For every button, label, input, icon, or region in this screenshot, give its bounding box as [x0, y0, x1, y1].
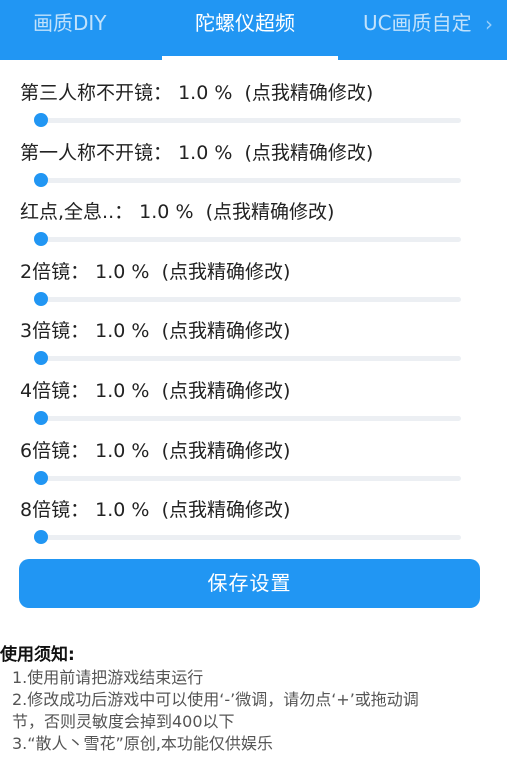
notes-line: 3.“散人丶雪花”原创,本功能仅供娱乐 — [12, 734, 273, 753]
tab-bar: 画质DIY 陀螺仪超频 UC画质自定 › — [0, 0, 507, 60]
precise-edit-hint: (点我精确修改) — [161, 260, 291, 283]
notes-title: 使用须知: — [0, 645, 75, 665]
setting-name: 第一人称不开镜： — [20, 141, 173, 164]
setting-row: 2倍镜： 1.0 % (点我精确修改) — [0, 239, 507, 306]
setting-unit: % — [214, 82, 233, 104]
setting-row: 3倍镜： 1.0 % (点我精确修改) — [0, 298, 507, 366]
setting-unit: % — [131, 320, 150, 343]
tab-quality-diy[interactable]: 画质DIY — [33, 0, 107, 60]
setting-row: 第一人称不开镜： 1.0 % (点我精确修改) — [0, 120, 507, 187]
setting-value: 1.0 — [95, 320, 126, 343]
setting-row: 8倍镜： 1.0 % (点我精确修改) — [0, 477, 507, 545]
setting-name: 第三人称不开镜： — [20, 82, 173, 104]
setting-value: 1.0 — [95, 380, 126, 402]
notes-line: 1.使用前请把游戏结束运行 — [12, 668, 204, 687]
usage-notes: 使用须知: 1.使用前请把游戏结束运行 2.修改成功后游戏中可以使用‘-’微调，… — [0, 643, 507, 755]
setting-unit: % — [214, 141, 233, 164]
setting-value: 1.0 — [95, 260, 126, 283]
setting-label[interactable]: 第三人称不开镜： 1.0 % (点我精确修改) — [20, 78, 373, 105]
setting-name: 3倍镜： — [20, 320, 90, 343]
setting-unit: % — [175, 201, 194, 224]
setting-name: 红点,全息..： — [20, 201, 134, 224]
setting-name: 8倍镜： — [20, 499, 90, 522]
setting-name: 6倍镜： — [20, 439, 90, 462]
notes-line: 节，否则灵敏度会掉到400以下 — [12, 712, 235, 731]
setting-unit: % — [131, 380, 150, 402]
setting-value: 1.0 — [178, 82, 209, 104]
setting-label[interactable]: 第一人称不开镜： 1.0 % (点我精确修改) — [20, 138, 373, 165]
setting-unit: % — [131, 439, 150, 462]
setting-row: 4倍镜： 1.0 % (点我精确修改) — [0, 358, 507, 425]
setting-row: 6倍镜： 1.0 % (点我精确修改) — [0, 418, 507, 485]
setting-value: 1.0 — [139, 201, 170, 224]
setting-label[interactable]: 4倍镜： 1.0 % (点我精确修改) — [20, 376, 290, 403]
precise-edit-hint: (点我精确修改) — [244, 82, 374, 104]
precise-edit-hint: (点我精确修改) — [244, 141, 374, 164]
tab-uc-quality-custom[interactable]: UC画质自定 — [363, 0, 472, 60]
precise-edit-hint: (点我精确修改) — [161, 380, 291, 402]
chevron-right-icon[interactable]: › — [485, 12, 493, 36]
setting-label[interactable]: 红点,全息..： 1.0 % (点我精确修改) — [20, 197, 334, 224]
setting-row: 第三人称不开镜： 1.0 % (点我精确修改) — [0, 60, 507, 127]
setting-unit: % — [131, 260, 150, 283]
setting-row: 红点,全息..： 1.0 % (点我精确修改) — [0, 179, 507, 247]
precise-edit-hint: (点我精确修改) — [161, 499, 291, 522]
precise-edit-hint: (点我精确修改) — [161, 439, 291, 462]
precise-edit-hint: (点我精确修改) — [161, 320, 291, 343]
setting-label[interactable]: 2倍镜： 1.0 % (点我精确修改) — [20, 257, 290, 284]
precise-edit-hint: (点我精确修改) — [205, 201, 335, 224]
setting-name: 2倍镜： — [20, 260, 90, 283]
setting-unit: % — [131, 499, 150, 522]
setting-value: 1.0 — [95, 439, 126, 462]
setting-name: 4倍镜： — [20, 380, 90, 402]
setting-label[interactable]: 6倍镜： 1.0 % (点我精确修改) — [20, 436, 290, 463]
setting-value: 1.0 — [178, 141, 209, 164]
notes-line: 2.修改成功后游戏中可以使用‘-’微调，请勿点‘+’或拖动调 — [12, 690, 419, 709]
setting-value: 1.0 — [95, 499, 126, 522]
tab-gyro-overclock[interactable]: 陀螺仪超频 — [195, 0, 295, 60]
sensitivity-slider-thumb[interactable] — [34, 530, 48, 545]
sensitivity-slider-track[interactable] — [41, 535, 461, 541]
setting-label[interactable]: 3倍镜： 1.0 % (点我精确修改) — [20, 316, 290, 343]
save-button[interactable]: 保存设置 — [19, 559, 480, 608]
setting-label[interactable]: 8倍镜： 1.0 % (点我精确修改) — [20, 495, 290, 522]
